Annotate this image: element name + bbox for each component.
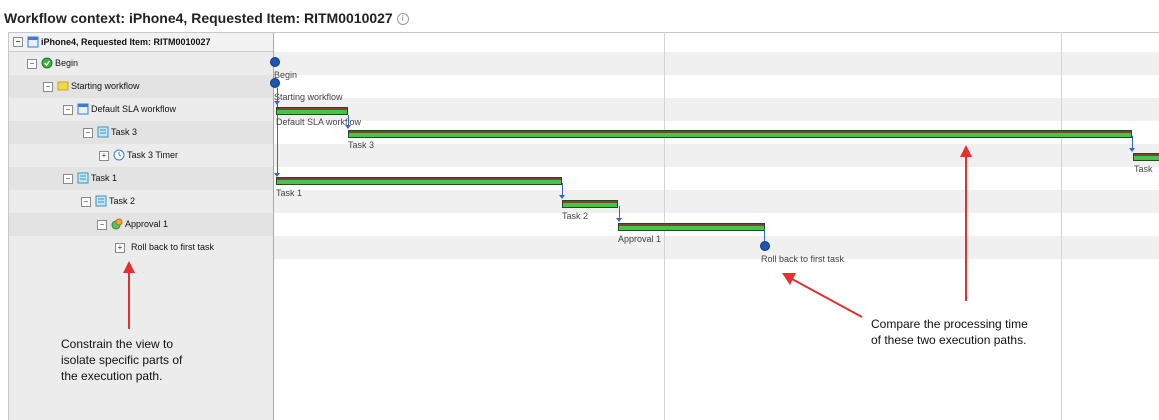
gantt-bar-task-3-timer[interactable] [1133,153,1159,161]
tree-item-task-3-timer[interactable]: + Task 3 Timer [9,144,273,167]
rollback-milestone[interactable] [760,241,770,251]
connector-line [764,229,765,241]
tree-item-label: Approval 1 [125,219,169,229]
tree-item-label: Roll back to first task [131,242,215,252]
tree-item-label: Begin [55,58,79,68]
gantt-bar-task-1[interactable] [276,177,562,185]
collapse-toggle[interactable]: − [63,105,73,115]
expand-toggle[interactable]: + [115,243,125,253]
row-band [274,98,1159,121]
row-band [274,190,1159,213]
tree-item-task-1[interactable]: − Task 1 [9,167,273,190]
tree-root-label: iPhone4, Requested Item: RITM0010027 [41,37,211,47]
task-icon [97,126,109,138]
connector-arrow [345,125,351,129]
gantt-bar-approval-1[interactable] [618,223,765,231]
annotation-right-line: Compare the processing time [871,317,1028,331]
tree-item-default-sla-workflow[interactable]: − Default SLA workflow [9,98,273,121]
tree-item-task-2[interactable]: − Task 2 [9,190,273,213]
tree-item-approval-1[interactable]: − Approval 1 [9,213,273,236]
timer-icon [113,149,125,161]
info-icon[interactable]: i [396,13,409,26]
row-band [274,52,1159,75]
tree-root-row[interactable]: − iPhone4, Requested Item: RITM0010027 [9,33,273,52]
tree-item-label: Task 2 [109,196,136,206]
tree-item-label: Task 3 Timer [127,150,179,160]
annotation-right-line: of these two execution paths. [871,333,1027,347]
connector-arrow [1129,148,1135,152]
tree-item-begin[interactable]: − Begin [9,52,273,75]
gantt-bar-task-2[interactable] [562,200,618,208]
workflow-timeline-panel: − iPhone4, Requested Item: RITM0010027 −… [8,32,1159,420]
begin-milestone[interactable] [270,57,280,67]
gantt-chart: Begin Starting workflow Default SLA work… [270,33,1159,420]
tree-item-roll-back[interactable]: + Roll back to first task [9,236,273,259]
grid-line [1061,33,1062,420]
tree-item-label: Task 1 [91,173,118,183]
annotation-arrows-right [782,145,972,318]
task-icon [95,195,107,207]
collapse-toggle[interactable]: − [27,59,37,69]
subflow-icon [77,103,89,115]
gantt-label-task-1: Task 1 [276,188,303,198]
connector-arrow [274,101,280,105]
starting-workflow-milestone[interactable] [270,78,280,88]
collapse-toggle[interactable]: − [97,220,107,230]
tree-item-task-3[interactable]: − Task 3 [9,121,273,144]
annotation-left: Constrain the view to isolate specific p… [61,336,182,384]
connector-arrow [559,195,565,199]
tree-item-label: Starting workflow [71,81,140,91]
annotation-left-line: Constrain the view to [61,337,174,351]
gantt-label-task-2: Task 2 [562,211,589,221]
annotation-left-line: isolate specific parts of [61,353,183,367]
row-band [274,236,1159,259]
task-icon [77,172,89,184]
row-band [274,144,1159,167]
approval-icon [111,218,123,230]
gantt-label-approval-1: Approval 1 [618,234,662,244]
tree-item-label: Task 3 [111,127,138,137]
gantt-bar-default-sla[interactable] [276,107,348,115]
annotation-arrow-left [123,261,135,329]
page-title: Workflow context: iPhone4, Requested Ite… [4,10,409,26]
collapse-toggle[interactable]: − [63,174,73,184]
workflow-tree: − iPhone4, Requested Item: RITM0010027 −… [9,33,274,420]
gantt-label-starting-workflow: Starting workflow [274,92,343,102]
expand-toggle[interactable]: + [99,151,109,161]
gantt-label-task-3: Task 3 [348,140,375,150]
connector-arrow [616,218,622,222]
collapse-toggle[interactable]: − [81,197,91,207]
workflow-folder-icon [57,81,69,91]
collapse-toggle[interactable]: − [43,82,53,92]
annotation-right: Compare the processing time of these two… [871,316,1028,348]
annotation-left-line: the execution path. [61,369,163,383]
gantt-label-task-edge: Task [1134,164,1153,174]
tree-item-starting-workflow[interactable]: − Starting workflow [9,75,273,98]
page-title-text: Workflow context: iPhone4, Requested Ite… [4,10,393,26]
begin-icon [41,57,53,69]
collapse-toggle[interactable]: − [83,128,93,138]
tree-item-label: Default SLA workflow [91,104,177,114]
document-icon [27,36,39,48]
collapse-toggle[interactable]: − [13,37,23,47]
gantt-bar-task-3[interactable] [348,130,1132,138]
